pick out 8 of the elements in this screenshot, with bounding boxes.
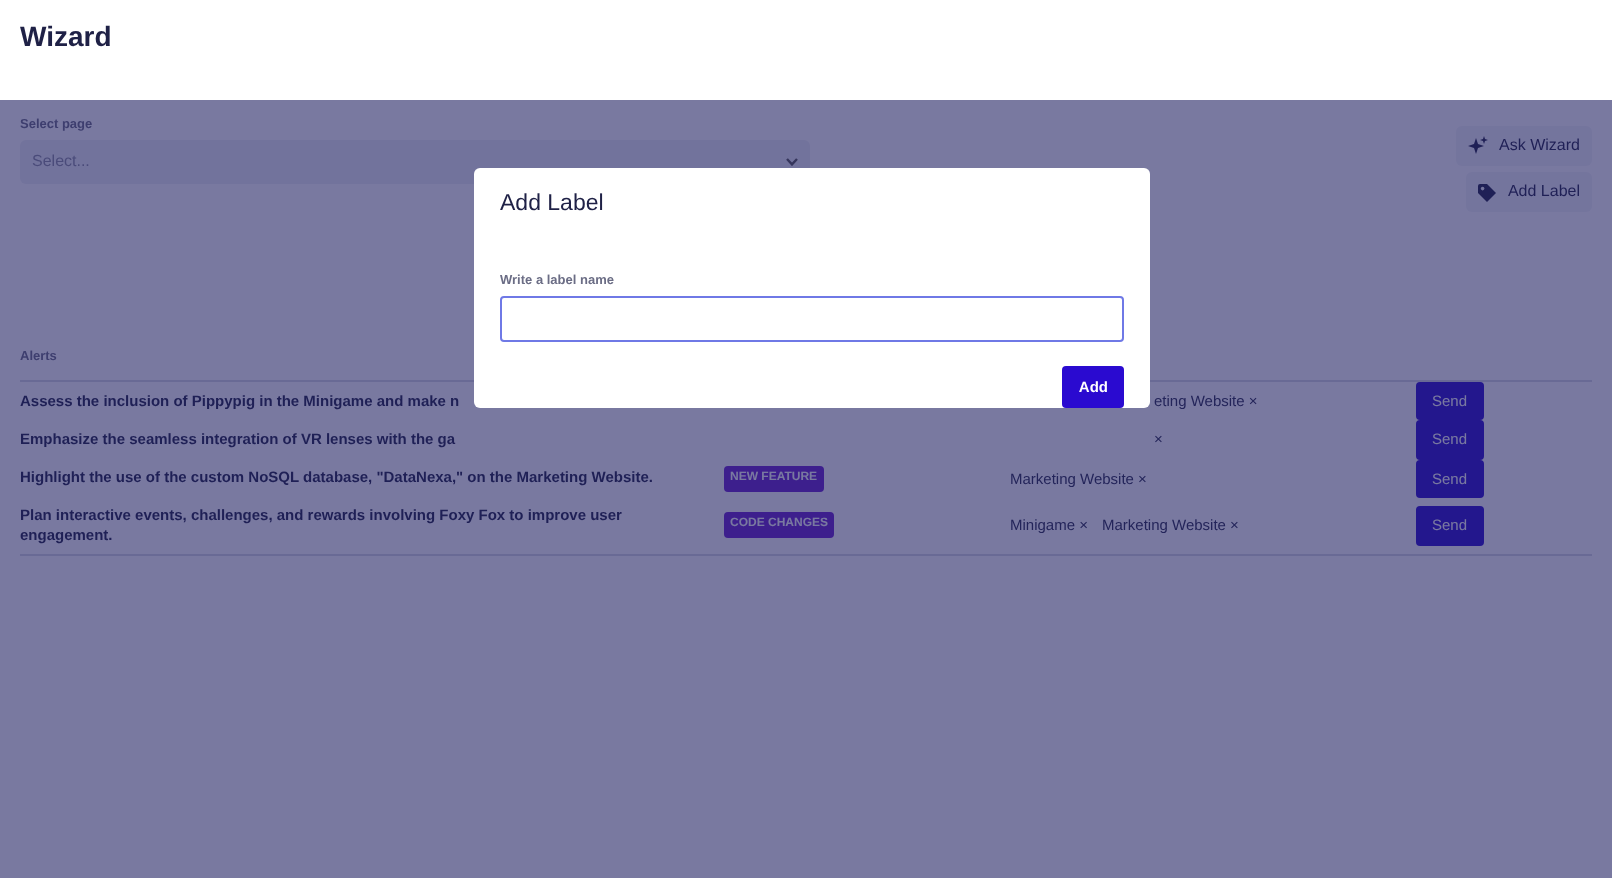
- tag-icon: [1477, 183, 1496, 201]
- sparkle-icon: [1467, 136, 1488, 156]
- input-field[interactable]: [500, 295, 1124, 342]
- dialog-title: Add Label: [500, 192, 606, 220]
- page-title: Wizard: [20, 20, 114, 54]
- add-label-button[interactable]: Add Label: [1465, 172, 1592, 212]
- ask-wizard-button[interactable]: Ask Wizard: [1455, 126, 1592, 166]
- chevron-down-icon: [786, 157, 798, 166]
